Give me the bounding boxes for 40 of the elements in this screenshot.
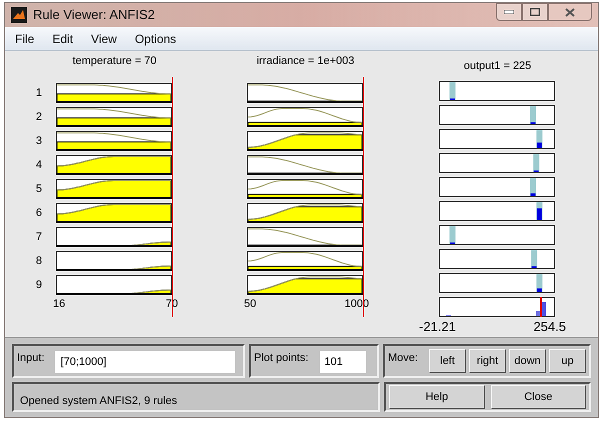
dialog-button[interactable]: Close (490, 385, 586, 409)
axis-min-label: 16 (53, 297, 66, 312)
minimize-icon (504, 10, 514, 14)
close-button[interactable] (548, 3, 592, 21)
rule-number: 8 (36, 254, 42, 269)
window-title: Rule Viewer: ANFIS2 (33, 6, 155, 24)
move-button[interactable]: left (428, 349, 466, 373)
input-label: Input: (17, 351, 45, 366)
close-icon (565, 8, 575, 16)
rule-number: 7 (36, 230, 42, 245)
menu-item[interactable]: Options (134, 30, 176, 48)
rule-number: 1 (36, 86, 42, 101)
plot-points-field[interactable]: 101 (320, 351, 366, 373)
rule-number: 3 (36, 134, 42, 149)
rule-number: 6 (36, 206, 42, 221)
input-variable-label: irradiance = 1e+003 (256, 54, 354, 68)
axis-min-label: -21.21 (419, 318, 456, 336)
rule-number: 2 (36, 110, 42, 125)
rule-number: 5 (36, 182, 42, 197)
input-variable-label: temperature = 70 (72, 54, 157, 68)
status-text: Opened system ANFIS2, 9 rules (20, 395, 178, 407)
dialog-button[interactable]: Help (389, 385, 484, 409)
axis-max-label: 254.5 (533, 318, 566, 336)
move-button[interactable]: up (549, 349, 586, 373)
app-logo-icon (11, 7, 27, 23)
output-variable-label: output1 = 225 (464, 58, 532, 74)
rule-number: 9 (36, 278, 42, 293)
minimize-button[interactable] (496, 3, 522, 21)
maximize-button[interactable] (522, 3, 548, 21)
menu-item[interactable]: File (15, 30, 34, 48)
axis-min-label: 50 (244, 297, 256, 312)
menu-item[interactable]: View (91, 30, 117, 48)
move-button[interactable]: right (468, 349, 506, 373)
menu-item[interactable]: Edit (52, 30, 74, 48)
maximize-icon (530, 8, 540, 16)
input-field[interactable]: [70;1000] (54, 351, 235, 373)
move-button[interactable]: down (509, 349, 546, 373)
rule-number: 4 (36, 158, 42, 173)
move-label: Move: (388, 351, 418, 366)
plot-points-label: Plot points: (254, 351, 308, 366)
